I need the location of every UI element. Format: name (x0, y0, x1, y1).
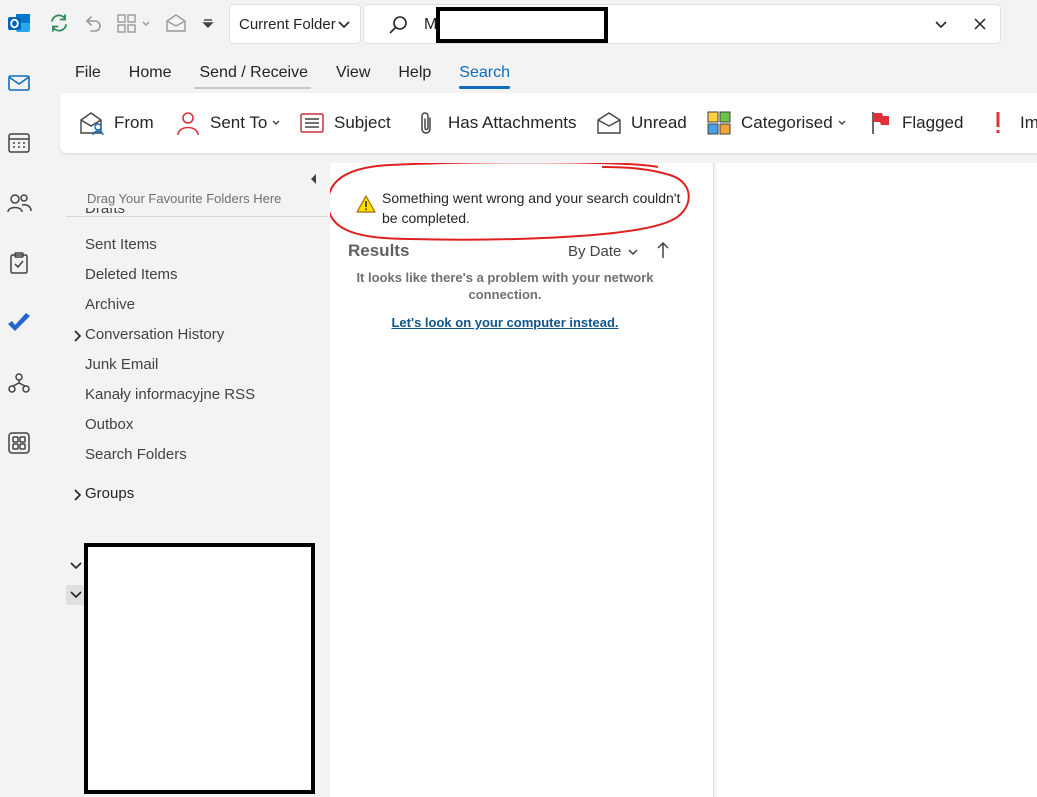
title-bar: Current Folder M (0, 0, 1037, 50)
people-icon[interactable] (6, 190, 32, 216)
redaction-box (84, 543, 315, 794)
search-scope-dropdown[interactable]: Current Folder (229, 4, 361, 44)
has-attachments-button[interactable]: Has Attachments (412, 93, 577, 153)
envelope-person-icon (78, 109, 106, 137)
chevron-left-icon[interactable] (306, 171, 322, 187)
outlook-logo-icon[interactable] (7, 11, 31, 35)
search-input[interactable]: M (363, 4, 1001, 44)
subject-button[interactable]: Subject (298, 93, 391, 153)
folder-item-drafts[interactable]: Drafts (85, 208, 125, 216)
folder-item-label: Drafts (85, 208, 125, 216)
flagged-button[interactable]: Flagged (866, 93, 963, 153)
tab-file[interactable]: File (60, 56, 114, 90)
importance-label: Im (1020, 113, 1037, 132)
from-label: From (114, 113, 154, 132)
groups-header[interactable]: Groups (85, 485, 134, 502)
reading-pane (716, 163, 1037, 797)
tab-view[interactable]: View (321, 56, 383, 90)
chevron-down-icon[interactable] (934, 18, 948, 32)
tab-send-receive[interactable]: Send / Receive (184, 56, 321, 90)
from-button[interactable]: From (78, 93, 154, 153)
exclamation-icon (984, 109, 1012, 137)
person-icon (174, 109, 202, 137)
envelope-open-icon (595, 109, 623, 137)
undo-icon[interactable] (80, 10, 106, 36)
favourites-hint: Drag Your Favourite Folders Here (87, 191, 282, 206)
mail-icon[interactable] (6, 70, 32, 96)
chevron-right-icon[interactable] (72, 329, 84, 343)
has-attachments-label: Has Attachments (448, 113, 577, 132)
unread-label: Unread (631, 113, 687, 132)
results-pane: Something went wrong and your search cou… (330, 163, 714, 797)
flagged-label: Flagged (902, 113, 964, 132)
folder-item-sent-items[interactable]: Sent Items (85, 236, 157, 253)
results-title: Results (348, 241, 410, 260)
folder-item-archive[interactable]: Archive (85, 296, 135, 313)
sort-label: By Date (568, 243, 622, 260)
redaction-box (436, 7, 608, 43)
folder-item-conversation-history[interactable]: Conversation History (85, 326, 224, 343)
annotation-ellipse (330, 163, 690, 241)
importance-button[interactable]: Im (984, 93, 1037, 153)
chevron-right-icon[interactable] (72, 488, 84, 502)
unread-button[interactable]: Unread (595, 93, 687, 153)
folder-item-search-folders[interactable]: Search Folders (85, 446, 187, 463)
paperclip-icon (412, 109, 440, 137)
todo-icon[interactable] (6, 310, 32, 336)
folder-item-rss[interactable]: Kanały informacyjne RSS (85, 386, 255, 403)
view-grid-icon[interactable] (113, 10, 153, 36)
tasks-icon[interactable] (6, 250, 32, 276)
search-ribbon: From Sent To Subject Has Attachments Unr… (60, 93, 1037, 153)
customize-toolbar-icon[interactable] (198, 10, 218, 36)
search-local-link[interactable]: Let's look on your computer instead. (350, 315, 660, 330)
category-icon (705, 109, 733, 137)
categorised-label: Categorised (741, 113, 833, 132)
folder-item-deleted-items[interactable]: Deleted Items (85, 266, 178, 283)
flag-icon (866, 109, 894, 137)
sort-ascending-icon[interactable] (656, 241, 670, 259)
sort-dropdown[interactable]: By Date (568, 243, 639, 260)
sent-to-button[interactable]: Sent To (174, 93, 281, 153)
divider (66, 216, 328, 217)
chevron-down-icon[interactable] (66, 556, 86, 576)
network-error-message: It looks like there's a problem with you… (356, 270, 654, 302)
sync-icon[interactable] (46, 10, 72, 36)
folder-pane: Drag Your Favourite Folders Here Drafts … (60, 163, 328, 797)
folder-item-junk-email[interactable]: Junk Email (85, 356, 158, 373)
sent-to-label: Sent To (210, 113, 268, 132)
categorised-button[interactable]: Categorised (705, 93, 847, 153)
search-scope-label: Current Folder (239, 15, 336, 33)
menu-tabs: File Home Send / Receive View Help Searc… (60, 56, 523, 90)
calendar-icon[interactable] (6, 130, 32, 156)
chevron-down-icon (338, 21, 350, 29)
subject-icon (298, 109, 326, 137)
chevron-down-icon (628, 248, 638, 255)
chevron-down-icon (838, 120, 846, 125)
tab-help[interactable]: Help (383, 56, 444, 90)
folder-item-outbox[interactable]: Outbox (85, 416, 133, 433)
envelope-open-icon[interactable] (163, 10, 189, 36)
org-chart-icon[interactable] (6, 370, 32, 396)
subject-label: Subject (334, 113, 391, 132)
search-icon (389, 16, 407, 34)
tab-search[interactable]: Search (444, 56, 523, 90)
chevron-down-icon (272, 120, 280, 125)
chevron-down-icon[interactable] (66, 585, 86, 605)
tab-home[interactable]: Home (114, 56, 185, 90)
app-bar (0, 50, 38, 797)
close-icon[interactable] (972, 16, 988, 32)
more-apps-icon[interactable] (6, 430, 32, 456)
